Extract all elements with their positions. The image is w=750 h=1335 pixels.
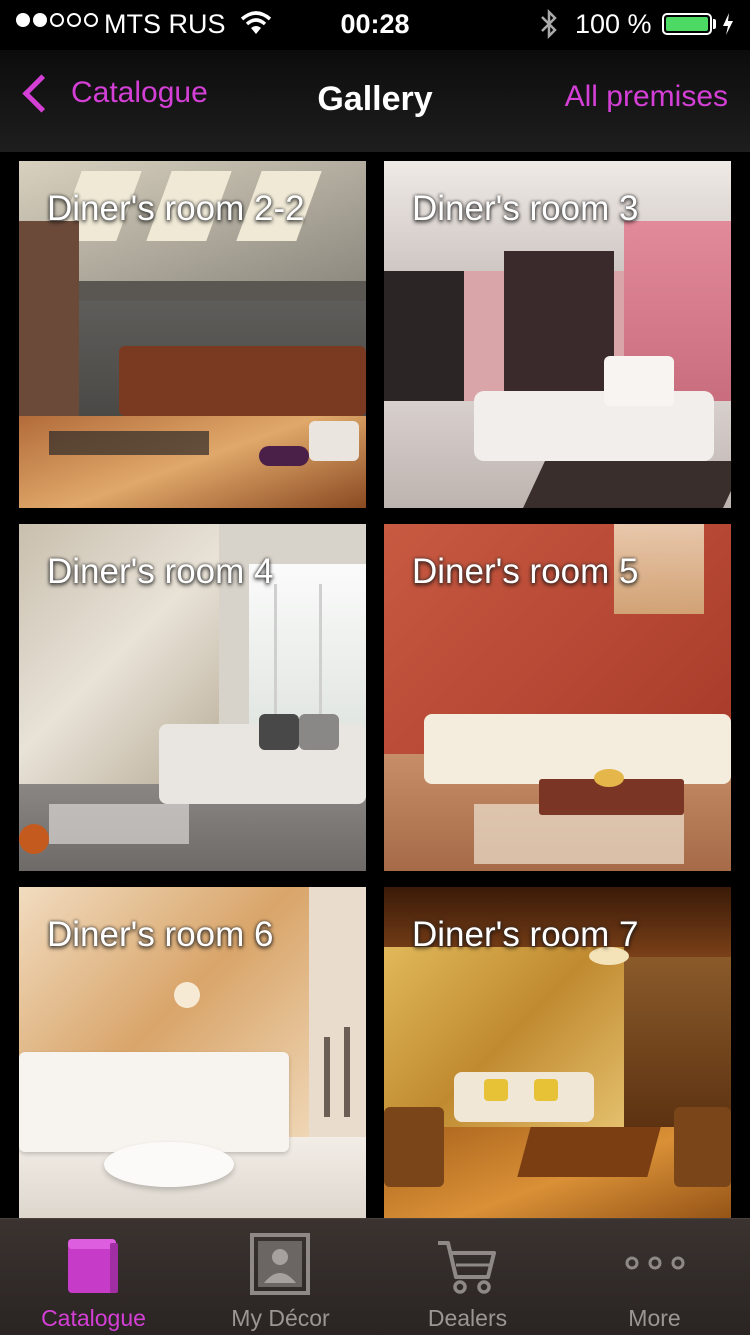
gallery-tile-diners-room-5[interactable]: Diner's room 5	[384, 524, 731, 871]
tab-label: Catalogue	[41, 1305, 146, 1331]
gallery-tile-label: Diner's room 6	[47, 915, 274, 954]
status-bar: MTS RUS 00:28 100 %	[0, 0, 750, 50]
charging-icon	[721, 12, 735, 43]
portrait-icon	[250, 1233, 310, 1300]
bluetooth-icon	[538, 8, 560, 47]
gallery-tile-diners-room-3[interactable]: Diner's room 3	[384, 161, 731, 508]
battery-percent: 100 %	[575, 9, 652, 39]
gallery-tile-diners-room-4[interactable]: Diner's room 4	[19, 524, 366, 871]
gallery-tile-label: Diner's room 3	[412, 189, 639, 228]
gallery-grid: Diner's room 2-2 Diner's room 3 Diner's …	[0, 152, 750, 1218]
all-premises-button[interactable]: All premises	[565, 80, 728, 114]
tab-my-decor[interactable]: My Décor	[187, 1219, 374, 1335]
cart-icon	[434, 1237, 500, 1302]
gallery-tile-diners-room-7[interactable]: Diner's room 7	[384, 887, 731, 1218]
tab-more[interactable]: More	[561, 1219, 748, 1335]
tab-dealers[interactable]: Dealers	[374, 1219, 561, 1335]
gallery-tile-label: Diner's room 7	[412, 915, 639, 954]
tab-catalogue[interactable]: Catalogue	[0, 1219, 187, 1335]
battery-icon	[662, 13, 712, 35]
gallery-tile-diners-room-2-2[interactable]: Diner's room 2-2	[19, 161, 366, 508]
gallery-tile-label: Diner's room 4	[47, 552, 274, 591]
book-icon	[66, 1235, 122, 1302]
more-dots-icon	[624, 1255, 686, 1276]
gallery-tile-label: Diner's room 5	[412, 552, 639, 591]
gallery-tile-label: Diner's room 2-2	[47, 189, 305, 228]
gallery-tile-diners-room-6[interactable]: Diner's room 6	[19, 887, 366, 1218]
tab-bar: Catalogue My Décor Dealers More	[0, 1218, 750, 1335]
tab-label: More	[628, 1305, 681, 1331]
tab-label: Dealers	[427, 1305, 508, 1331]
tab-label: My Décor	[231, 1305, 330, 1331]
navigation-bar: Catalogue Gallery All premises	[0, 50, 750, 153]
